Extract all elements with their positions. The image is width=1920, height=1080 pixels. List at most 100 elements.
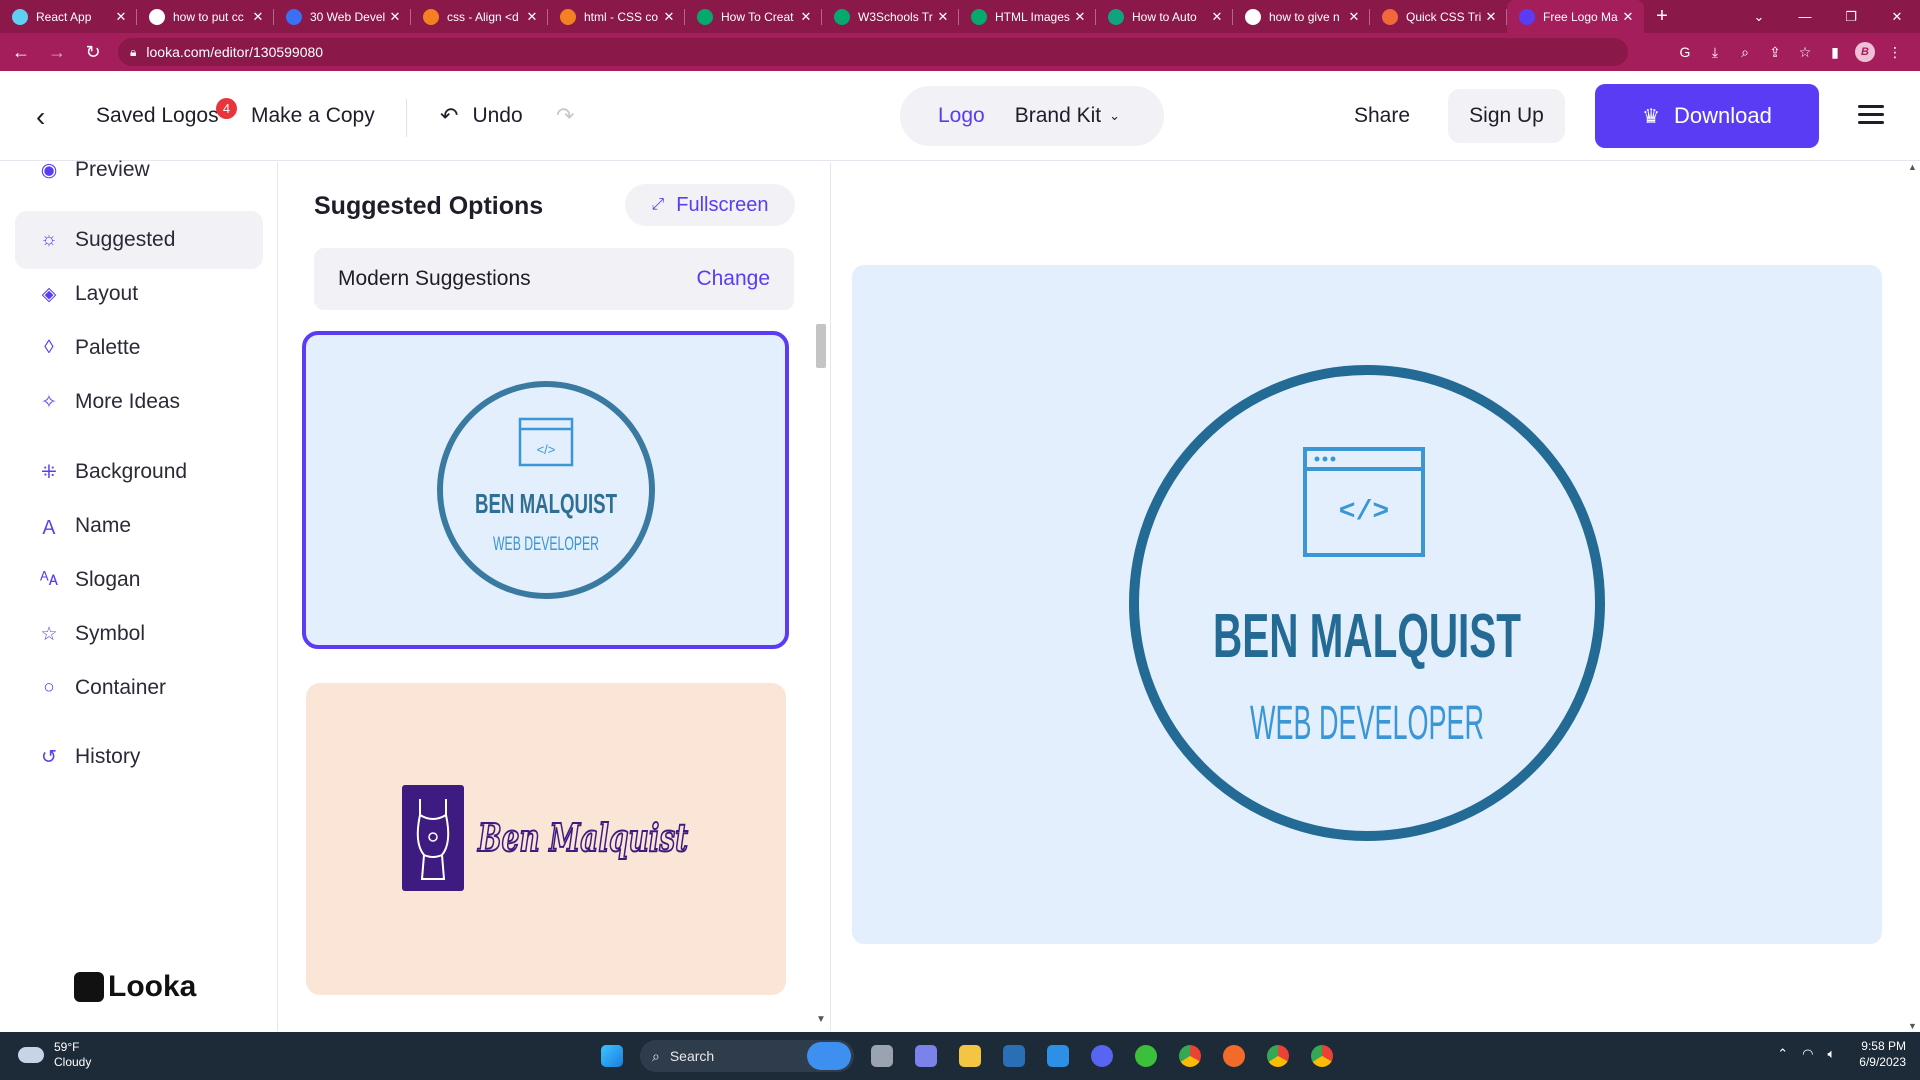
sidebar-item-container[interactable]: ○ Container (15, 659, 263, 717)
back-chevron-icon[interactable]: ‹ (36, 101, 45, 133)
suggestion-card-selected[interactable]: </> BEN MALQUIST WEB DEVELOPER (302, 331, 789, 649)
hamburger-menu-icon[interactable] (1858, 105, 1884, 125)
close-tab-icon[interactable]: ✕ (387, 9, 403, 25)
tab-favicon-icon (1382, 8, 1398, 25)
looka-wordmark: Looka (108, 970, 197, 1003)
saved-logos-button[interactable]: Saved Logos (96, 104, 219, 128)
weather-widget[interactable]: 59°F Cloudy (18, 1040, 91, 1070)
profile-avatar[interactable]: B (1850, 42, 1880, 62)
tab-title: Quick CSS Tri (1406, 9, 1482, 24)
close-tab-icon[interactable]: ✕ (113, 9, 129, 25)
close-window-button[interactable]: ✕ (1874, 9, 1920, 25)
scroll-down-arrow-icon[interactable]: ▼ (816, 1014, 826, 1025)
browser-tab[interactable]: 30 Web Devel ✕ (274, 0, 411, 33)
share-button[interactable]: Share (1354, 104, 1410, 128)
change-category-link[interactable]: Change (696, 267, 770, 291)
discord-icon[interactable] (1080, 1038, 1124, 1074)
main-scrollbar[interactable]: ▲ ▼ (1905, 162, 1920, 1031)
close-tab-icon[interactable]: ✕ (250, 9, 266, 25)
sidebar-item-name[interactable]: Ａ Name (15, 497, 263, 555)
chrome-icon[interactable] (1168, 1038, 1212, 1074)
sidebar-item-history[interactable]: ↺ History (15, 728, 263, 786)
browser-tab-active[interactable]: Free Logo Ma ✕ (1507, 0, 1644, 33)
tab-list: React App ✕ how to put cc ✕ 30 Web Devel ✕ css… (0, 0, 1644, 33)
chevron-down-icon[interactable]: ⌄ (1109, 108, 1120, 124)
browser-back-button[interactable]: ← (6, 37, 36, 67)
new-tab-button[interactable]: + (1644, 0, 1680, 33)
browser-tab[interactable]: how to give n ✕ (1233, 0, 1370, 33)
close-tab-icon[interactable]: ✕ (935, 9, 951, 25)
redo-icon[interactable]: ↷ (556, 103, 574, 129)
close-tab-icon[interactable]: ✕ (1346, 9, 1362, 25)
taskbar-search[interactable]: ⌕ Search (640, 1040, 854, 1072)
close-tab-icon[interactable]: ✕ (1209, 9, 1225, 25)
scroll-down-arrow-icon[interactable]: ▼ (1908, 1021, 1917, 1031)
browser-tab[interactable]: css - Align <d ✕ (411, 0, 548, 33)
steam-icon[interactable] (992, 1038, 1036, 1074)
sidebar-item-symbol[interactable]: ☆ Symbol (15, 605, 263, 663)
browser-tab[interactable]: HTML Images ✕ (959, 0, 1096, 33)
browser-tab[interactable]: html - CSS co ✕ (548, 0, 685, 33)
sidebar-item-layout[interactable]: ◈ Layout (15, 265, 263, 323)
browser-tab[interactable]: W3Schools Tr ✕ (822, 0, 959, 33)
close-tab-icon[interactable]: ✕ (798, 9, 814, 25)
browser-tab[interactable]: how to put cc ✕ (137, 0, 274, 33)
download-button[interactable]: ♛ Download (1595, 84, 1819, 148)
windows-start-icon[interactable] (590, 1038, 634, 1074)
scroll-up-arrow-icon[interactable]: ▲ (1908, 162, 1917, 172)
close-tab-icon[interactable]: ✕ (524, 9, 540, 25)
panel-scroll-thumb[interactable] (816, 324, 826, 368)
file-explorer-icon[interactable] (948, 1038, 992, 1074)
browser-tab[interactable]: Quick CSS Tri ✕ (1370, 0, 1507, 33)
undo-button[interactable]: ↶ Undo (440, 103, 523, 129)
fullscreen-button[interactable]: ⤢ Fullscreen (625, 184, 795, 226)
teams-chat-icon[interactable] (904, 1038, 948, 1074)
chrome-profile-icon[interactable] (1256, 1038, 1300, 1074)
zoom-icon[interactable]: ⌕ (1730, 44, 1760, 61)
close-tab-icon[interactable]: ✕ (1620, 9, 1636, 25)
browser-tab[interactable]: React App ✕ (0, 0, 137, 33)
bookmark-star-icon[interactable]: ☆ (1790, 44, 1820, 61)
side-panel-icon[interactable]: ▮ (1820, 44, 1850, 61)
close-tab-icon[interactable]: ✕ (1072, 9, 1088, 25)
xbox-icon[interactable] (1124, 1038, 1168, 1074)
volume-icon[interactable]: 🔈︎ (1827, 1046, 1835, 1062)
browser-forward-button[interactable]: → (42, 37, 72, 67)
tab-favicon-icon (1245, 8, 1261, 25)
restore-button[interactable]: ❐ (1828, 9, 1874, 25)
tray-chevron-up-icon[interactable]: ⌃ (1777, 1046, 1788, 1062)
wifi-icon[interactable]: ◠ (1802, 1046, 1813, 1062)
tab-logo[interactable]: Logo (938, 104, 985, 128)
close-tab-icon[interactable]: ✕ (1483, 9, 1499, 25)
google-lens-icon[interactable]: G (1670, 44, 1700, 60)
task-view-icon[interactable] (860, 1038, 904, 1074)
bing-icon[interactable] (807, 1042, 851, 1070)
share-page-icon[interactable]: ⇪ (1760, 44, 1790, 61)
sidebar-item-background[interactable]: ⁜ Background (15, 443, 263, 501)
clock-date: 6/9/2023 (1859, 1055, 1906, 1069)
sidebar-item-suggested[interactable]: ☼ Suggested (15, 211, 263, 269)
sidebar-item-slogan[interactable]: ᴬᴀ Slogan (15, 551, 263, 609)
browser-menu-icon[interactable]: ⋮ (1880, 44, 1910, 61)
chrome-profile-2-icon[interactable] (1300, 1038, 1344, 1074)
close-tab-icon[interactable]: ✕ (661, 9, 677, 25)
maps-pin-icon[interactable] (1212, 1038, 1256, 1074)
browser-tab[interactable]: How to Auto ✕ (1096, 0, 1233, 33)
url-field[interactable]: 🔒︎ looka.com/editor/130599080 (118, 38, 1628, 66)
vscode-icon[interactable] (1036, 1038, 1080, 1074)
sign-up-button[interactable]: Sign Up (1448, 89, 1565, 143)
suggestion-card[interactable]: Ben Malquist (306, 683, 786, 995)
sidebar-item-preview[interactable]: ◉ Preview (15, 141, 263, 199)
install-app-icon[interactable]: ⤓ (1700, 44, 1730, 61)
minimize-button[interactable]: — (1782, 9, 1828, 24)
clock[interactable]: 9:58 PM 6/9/2023 (1859, 1038, 1906, 1070)
tab-title: W3Schools Tr (858, 9, 933, 24)
browser-tab[interactable]: How To Creat ✕ (685, 0, 822, 33)
tab-search-icon[interactable]: ⌄ (1736, 9, 1782, 25)
sidebar-item-more-ideas[interactable]: ✧ More Ideas (15, 373, 263, 431)
sidebar-item-palette[interactable]: ◊ Palette (15, 319, 263, 377)
reload-button[interactable]: ↻ (78, 37, 108, 67)
panel-scrollbar[interactable] (814, 322, 828, 1031)
tab-brand-kit[interactable]: Brand Kit (1015, 104, 1101, 128)
make-copy-button[interactable]: Make a Copy (251, 104, 375, 128)
